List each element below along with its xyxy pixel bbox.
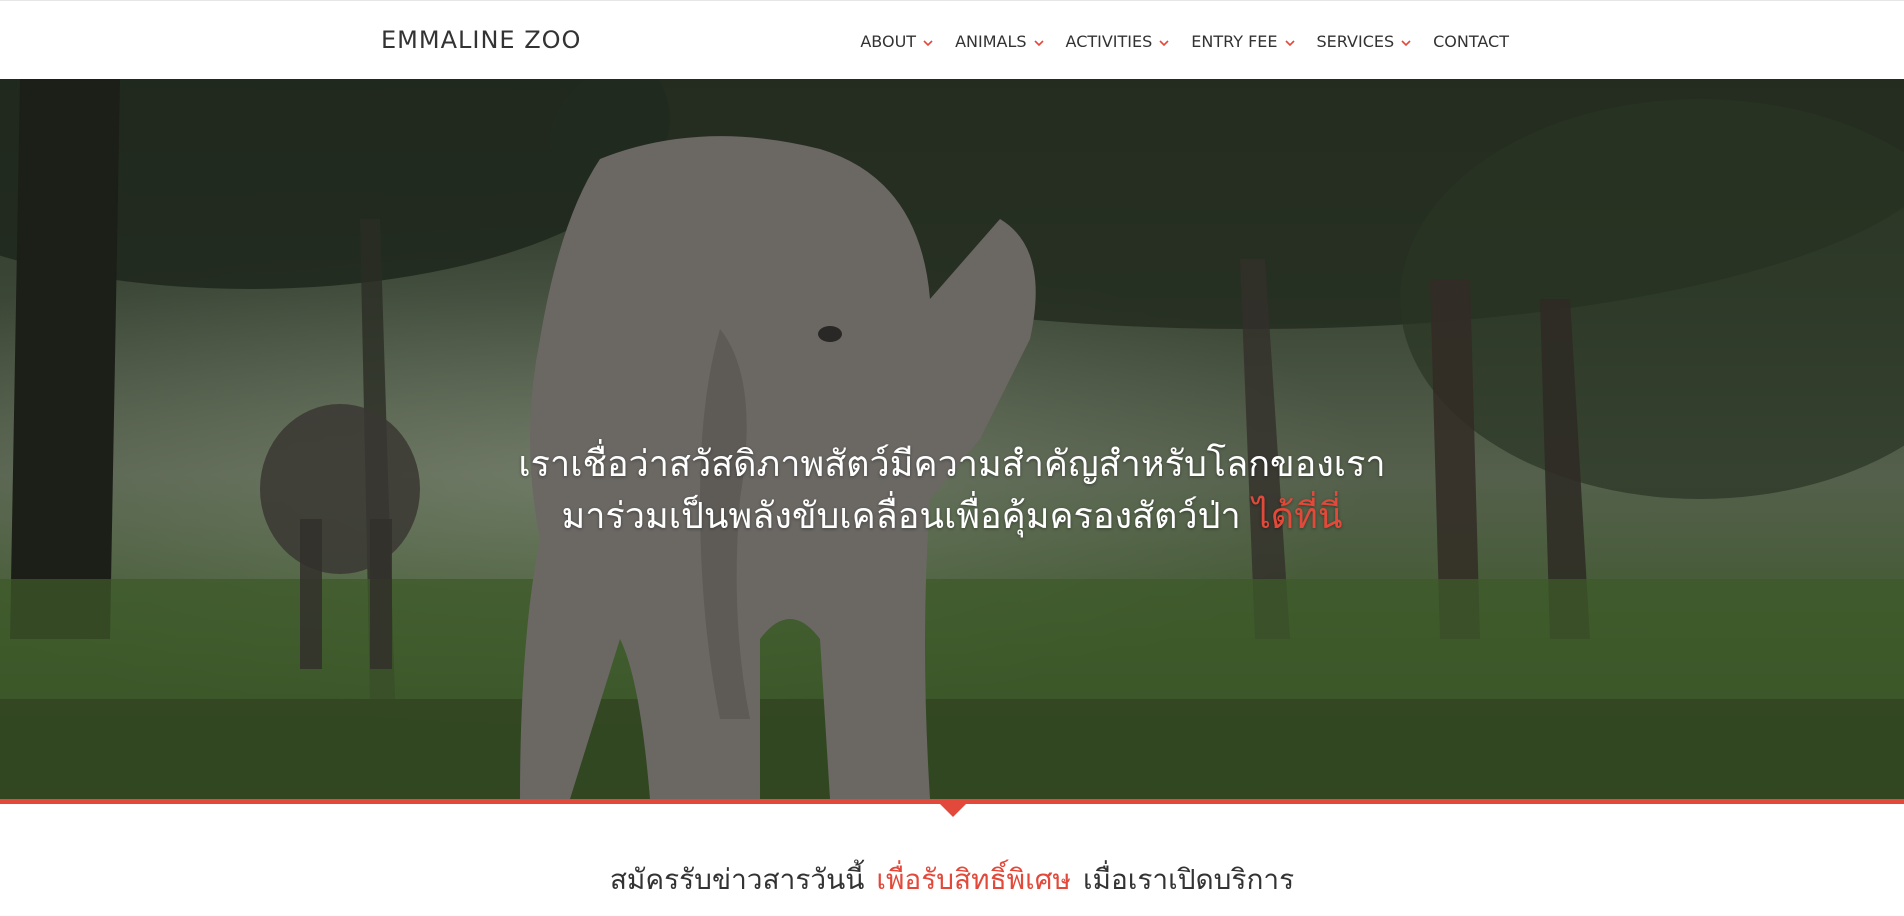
hero-notch-indicator: [939, 803, 967, 817]
chevron-down-icon: [1159, 38, 1169, 48]
menu-item-activities[interactable]: ACTIVITIES: [1066, 32, 1170, 51]
menu-item-label: ENTRY FEE: [1191, 32, 1278, 51]
top-navbar: EMMALINE ZOO ABOUT ANIMALS ACTIVITIES EN…: [0, 0, 1904, 79]
menu-item-about[interactable]: ABOUT: [860, 32, 933, 51]
menu-item-label: SERVICES: [1316, 32, 1395, 51]
chevron-down-icon: [1033, 38, 1044, 48]
main-menu: ABOUT ANIMALS ACTIVITIES ENTRY FEE SERVI…: [838, 32, 1509, 51]
subscribe-text-after: เมื่อเราเปิดบริการ: [1082, 863, 1295, 896]
hero-link[interactable]: ได้ที่นี่: [1253, 496, 1343, 537]
menu-item-contact[interactable]: CONTACT: [1433, 32, 1509, 51]
subscribe-tagline: สมัครรับข่าวสารวันนี้ เพื่อรับสิทธิ์พิเศษ…: [0, 858, 1904, 902]
menu-item-entry-fee[interactable]: ENTRY FEE: [1191, 32, 1295, 51]
menu-item-services[interactable]: SERVICES: [1317, 32, 1412, 51]
subscribe-text-before: สมัครรับข่าวสารวันนี้: [609, 863, 865, 896]
chevron-down-icon: [1284, 38, 1295, 48]
menu-item-label: ACTIVITIES: [1065, 32, 1153, 51]
menu-item-label: ANIMALS: [955, 32, 1027, 51]
hero-headline: เราเชื่อว่าสวัสดิภาพสัตว์มีความสำคัญสำหร…: [0, 439, 1904, 543]
hero-banner: เราเชื่อว่าสวัสดิภาพสัตว์มีความสำคัญสำหร…: [0, 79, 1904, 799]
menu-item-label: CONTACT: [1433, 32, 1509, 51]
chevron-down-icon: [1401, 38, 1411, 48]
hero-line-1: เราเชื่อว่าสวัสดิภาพสัตว์มีความสำคัญสำหร…: [518, 444, 1386, 485]
menu-item-label: ABOUT: [860, 32, 917, 51]
site-logo[interactable]: EMMALINE ZOO: [381, 26, 581, 54]
subscribe-accent-text[interactable]: เพื่อรับสิทธิ์พิเศษ: [876, 863, 1071, 896]
chevron-down-icon: [923, 38, 933, 48]
menu-item-animals[interactable]: ANIMALS: [955, 32, 1044, 51]
hero-line-2-text: มาร่วมเป็นพลังขับเคลื่อนเพื่อคุ้มครองสัต…: [561, 496, 1241, 537]
hero-line-2: มาร่วมเป็นพลังขับเคลื่อนเพื่อคุ้มครองสัต…: [0, 491, 1904, 543]
